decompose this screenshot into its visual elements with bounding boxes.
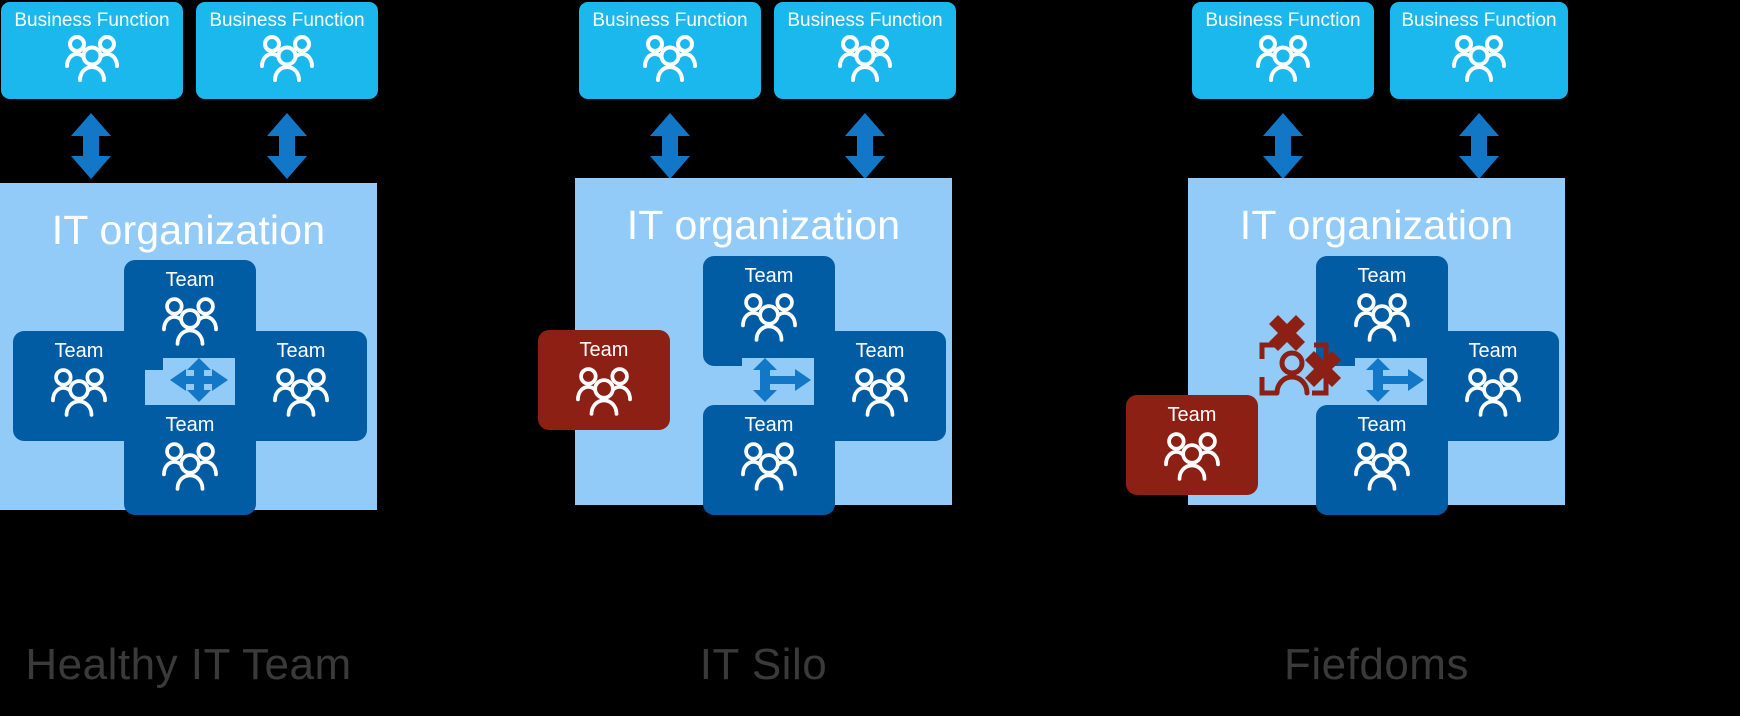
double-arrow-vertical-icon [68, 113, 114, 184]
double-arrow-vertical-icon [1260, 113, 1306, 184]
business-function-label: Business Function [14, 10, 170, 31]
people-group-icon [260, 34, 314, 87]
team-label: Team [165, 414, 215, 436]
it-organization-title: IT organization [1239, 202, 1514, 248]
team-label: Team [744, 265, 794, 287]
panel-caption: IT Silo [699, 640, 828, 689]
panel-caption: Fiefdoms [1284, 640, 1469, 689]
people-group-icon [1163, 431, 1221, 486]
team-tile-left-isolated[interactable]: Team [538, 330, 670, 430]
business-function-box[interactable]: Business Function [774, 2, 956, 99]
business-function-label: Business Function [787, 10, 943, 31]
people-group-icon [740, 292, 798, 347]
business-function-box[interactable]: Business Function [579, 2, 761, 99]
it-organization-title: IT organization [51, 207, 326, 253]
panel-healthy-it-team: Business Function Business Function IT o… [0, 0, 580, 716]
team-label: Team [165, 269, 215, 291]
double-arrow-vertical-icon [1456, 113, 1502, 184]
people-group-icon [65, 34, 119, 87]
people-group-icon [1464, 367, 1522, 422]
three-way-arrow-icon [751, 357, 813, 408]
business-function-label: Business Function [1205, 10, 1361, 31]
people-group-icon [575, 366, 633, 421]
people-group-icon [1353, 441, 1411, 496]
team-label: Team [1468, 340, 1518, 362]
team-label: Team [276, 340, 326, 362]
people-group-icon [272, 367, 330, 422]
double-arrow-vertical-icon [647, 113, 693, 184]
business-function-box[interactable]: Business Function [1192, 2, 1374, 99]
team-label: Team [1357, 265, 1407, 287]
team-label: Team [855, 340, 905, 362]
business-function-box[interactable]: Business Function [1390, 2, 1568, 99]
people-group-icon [1452, 34, 1506, 87]
panel-it-silo: Business Function Business Function IT o… [538, 0, 1155, 716]
team-tile-bottom[interactable]: Team [703, 405, 835, 515]
people-group-icon [740, 441, 798, 496]
four-way-arrow-icon [168, 357, 230, 408]
panel-caption: Healthy IT Team [25, 640, 352, 689]
team-label: Team [1357, 414, 1407, 436]
diagram-canvas: Business Function Business Function IT o… [0, 0, 1740, 716]
team-label: Team [54, 340, 104, 362]
team-label: Team [744, 414, 794, 436]
team-label: Team [579, 339, 629, 361]
it-organization-title: IT organization [626, 202, 901, 248]
people-group-icon [851, 367, 909, 422]
people-group-icon [838, 34, 892, 87]
people-group-icon [643, 34, 697, 87]
business-function-label: Business Function [209, 10, 365, 31]
team-tile-left-isolated[interactable]: Team [1126, 395, 1258, 495]
business-function-label: Business Function [592, 10, 748, 31]
business-function-box[interactable]: Business Function [196, 2, 378, 99]
three-way-arrow-icon [1364, 357, 1426, 408]
people-group-icon [161, 441, 219, 496]
team-tile-bottom[interactable]: Team [1316, 405, 1448, 515]
double-arrow-vertical-icon [842, 113, 888, 184]
people-group-icon [50, 367, 108, 422]
people-group-icon [1256, 34, 1310, 87]
team-tile-bottom[interactable]: Team [124, 405, 256, 515]
people-group-icon [161, 296, 219, 351]
business-function-label: Business Function [1401, 10, 1557, 31]
blocked-person-icon [1248, 315, 1348, 412]
panel-fiefdoms: Business Function Business Function IT o… [1126, 0, 1740, 716]
business-function-box[interactable]: Business Function [1, 2, 183, 99]
team-label: Team [1167, 404, 1217, 426]
people-group-icon [1353, 292, 1411, 347]
double-arrow-vertical-icon [264, 113, 310, 184]
